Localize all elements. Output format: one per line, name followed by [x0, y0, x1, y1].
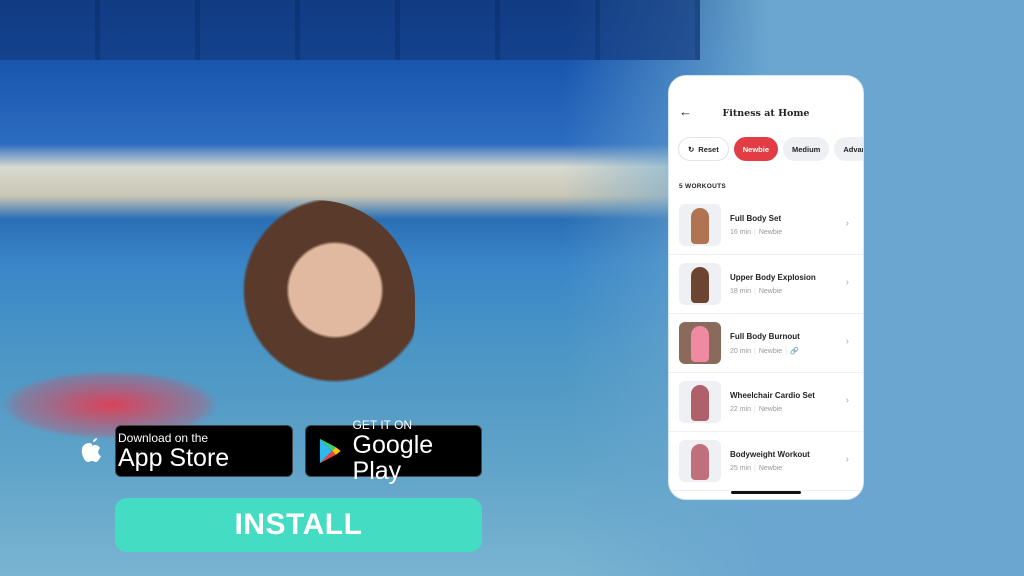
home-indicator [731, 491, 801, 494]
workout-row[interactable]: Bodyweight Workout 25 min | Newbie › [669, 432, 863, 491]
workout-thumbnail [679, 322, 721, 364]
chevron-right-icon: › [845, 395, 849, 406]
pool-wall-tiles [0, 0, 700, 60]
filter-chips: ↻Reset Newbie Medium Advance [678, 137, 863, 161]
workout-row[interactable]: Full Body Set 16 min | Newbie › [669, 196, 863, 255]
google-play-big: Google Play [352, 430, 434, 485]
swimmer-photo [215, 200, 415, 400]
google-play-button[interactable]: GET IT ON Google Play [305, 418, 482, 484]
workout-row[interactable]: Upper Body Explosion 18 min | Newbie › [669, 255, 863, 314]
workout-list: Full Body Set 16 min | Newbie › Upper Body E… [669, 196, 863, 491]
chevron-right-icon: › [845, 218, 849, 229]
workout-thumbnail [679, 381, 721, 423]
page-title: Fitness at Home [722, 108, 810, 119]
apple-icon [81, 438, 101, 462]
refresh-icon: ↻ [688, 144, 695, 154]
chevron-right-icon: › [845, 454, 849, 465]
filter-reset[interactable]: ↻ Reset [678, 137, 729, 161]
google-play-small: GET IT ON [352, 417, 413, 432]
workout-thumbnail [679, 204, 721, 246]
install-button[interactable]: INSTALL [115, 498, 482, 552]
workout-row[interactable]: Full Body Burnout 20 min | Newbie | 🔗 › [669, 314, 863, 373]
app-store-button[interactable]: Download on the App Store [81, 425, 293, 477]
workout-count: 5 WORKOUTS [679, 183, 727, 190]
workout-thumbnail [679, 263, 721, 305]
chevron-right-icon: › [845, 336, 849, 347]
app-store-small: Download on the [118, 430, 209, 445]
workout-row[interactable]: Wheelchair Cardio Set 22 min | Newbie › [669, 373, 863, 432]
filter-newbie[interactable]: Newbie [733, 137, 778, 161]
phone-mockup: ← Fitness at Home ↻ Reset Newbie Medium A… [668, 75, 864, 500]
chevron-right-icon: › [845, 277, 849, 288]
app-store-big: App Store [118, 443, 230, 472]
link-icon: 🔗 [790, 347, 799, 355]
filter-advance[interactable]: Advance [834, 137, 863, 161]
filter-medium[interactable]: Medium [783, 137, 830, 161]
workout-thumbnail [679, 440, 721, 482]
google-play-icon [319, 438, 341, 464]
